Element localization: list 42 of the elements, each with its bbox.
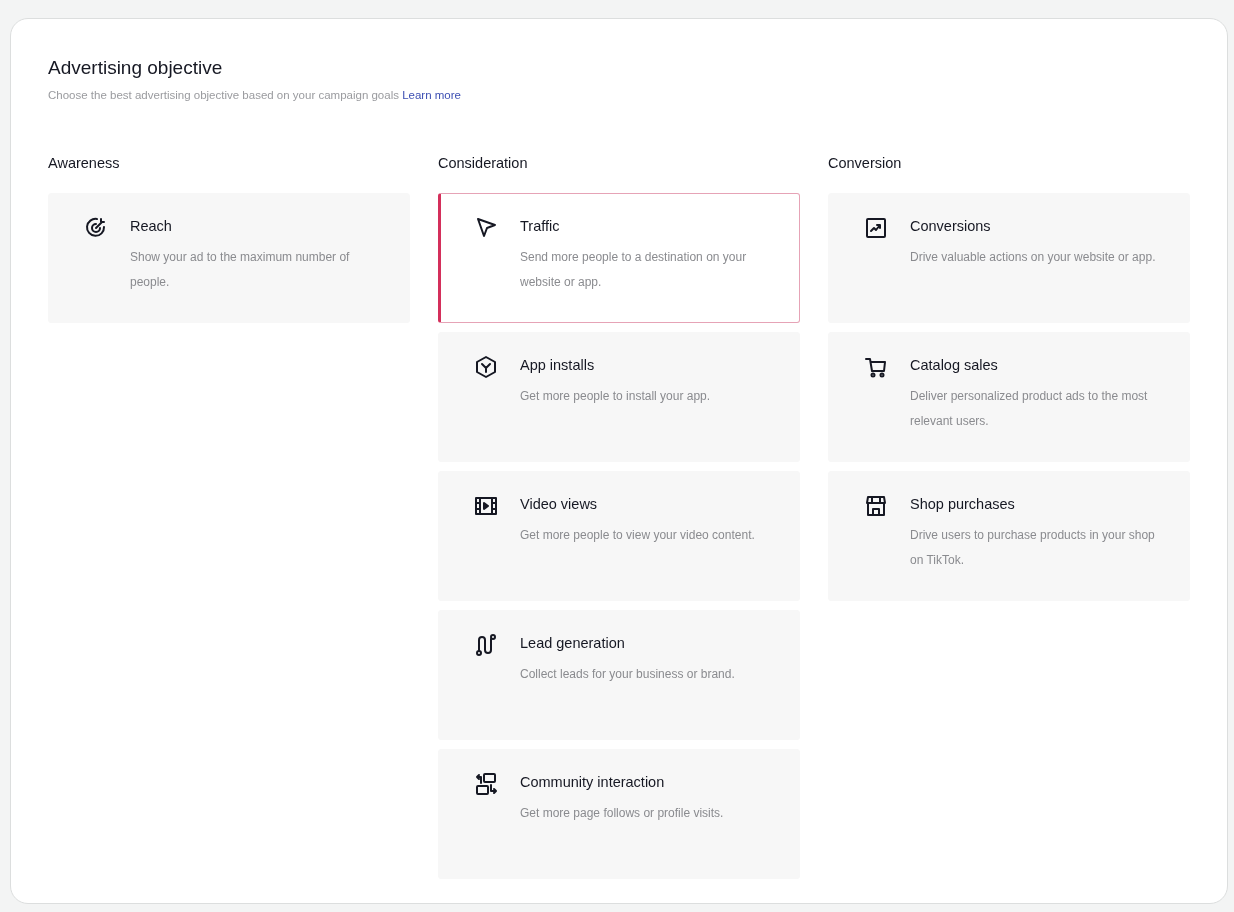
objective-title: Traffic	[520, 217, 561, 236]
objective-title: Catalog sales	[910, 356, 999, 375]
objective-title: Lead generation	[520, 634, 626, 653]
objective-card[interactable]: Reach Show your ad to the maximum number of people.	[48, 193, 410, 323]
objective-title: Reach	[130, 217, 173, 236]
objective-description: Get more page follows or profile visits.	[520, 805, 724, 822]
objective-card[interactable]: Lead generation Collect leads for your business or brand.	[438, 610, 800, 740]
objective-description: Deliver personalized product ads to the most relevant users.	[910, 388, 1149, 430]
objective-card[interactable]: Shop purchases Drive users to purchase products in your shop on TikTok.	[828, 471, 1190, 601]
objective-description: Send more people to a destination on your website or app.	[520, 249, 748, 291]
objective-description: Collect leads for your business or brand.	[520, 666, 735, 683]
objective-description: Get more people to install your app.	[520, 388, 711, 405]
page-subtitle: Choose the best advertising objective based on your campaign goals Learn more	[48, 89, 462, 101]
cursor-icon	[474, 216, 498, 240]
objective-description: Drive users to purchase products in your shop on TikTok.	[910, 527, 1156, 569]
learn-more-link[interactable]: Learn more	[402, 89, 461, 101]
column-heading: Conversion	[828, 155, 903, 171]
objective-title: Community interaction	[520, 773, 666, 792]
objective-card[interactable]: Community interaction Get more page follows or profile visits.	[438, 749, 800, 879]
objective-title: Shop purchases	[910, 495, 1016, 514]
swap-icon	[474, 772, 498, 796]
objective-description: Drive valuable actions on your website or app.	[910, 249, 1156, 266]
cart-icon	[864, 355, 888, 379]
objective-card[interactable]: Catalog sales Deliver personalized product ads to the most relevant users.	[828, 332, 1190, 462]
objective-description: Show your ad to the maximum number of people.	[130, 249, 351, 291]
objective-title: Video views	[520, 495, 599, 514]
page-title: Advertising objective	[48, 57, 224, 79]
objective-title: App installs	[520, 356, 596, 375]
objective-description: Get more people to view your video content.	[520, 527, 755, 544]
objective-card[interactable]: Video views Get more people to view your video content.	[438, 471, 800, 601]
path-icon	[474, 633, 498, 657]
objective-title: Conversions	[910, 217, 992, 236]
objective-card[interactable]: Traffic Send more people to a destination on your website or app.	[438, 193, 800, 323]
column-heading: Awareness	[48, 155, 121, 171]
column-heading: Consideration	[438, 155, 529, 171]
objective-card[interactable]: App installs Get more people to install your app.	[438, 332, 800, 462]
target-icon	[84, 216, 108, 240]
film-icon	[474, 494, 498, 518]
objective-card[interactable]: Conversions Drive valuable actions on your website or app.	[828, 193, 1190, 323]
store-icon	[864, 494, 888, 518]
chart-icon	[864, 216, 888, 240]
hexagon-icon	[474, 355, 498, 379]
